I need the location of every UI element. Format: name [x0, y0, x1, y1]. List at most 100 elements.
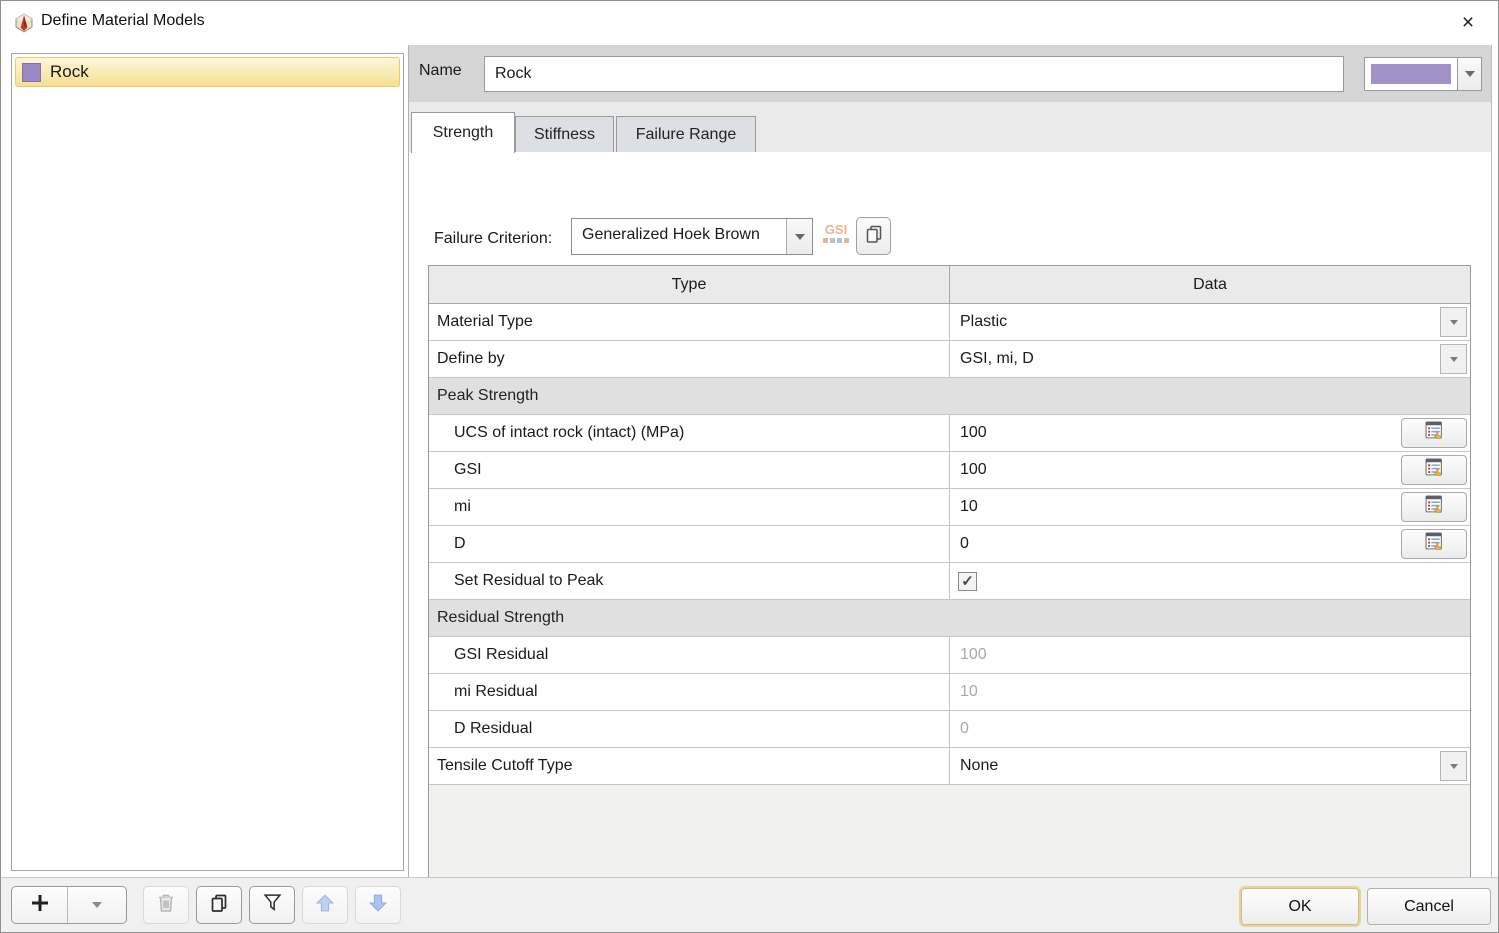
row-value: 100	[950, 646, 987, 664]
statistics-picker-button[interactable]	[1401, 455, 1467, 485]
statistics-picker-button[interactable]	[1401, 418, 1467, 448]
row-data-cell: 0	[950, 526, 1470, 562]
row-value: None	[950, 757, 998, 775]
material-properties-table: Type Data Material TypePlasticDefine byG…	[428, 265, 1471, 903]
add-material-button[interactable]	[12, 887, 68, 923]
row-value[interactable]: 10	[950, 498, 978, 516]
material-color-picker[interactable]	[1364, 57, 1482, 91]
chevron-down-icon	[92, 902, 102, 908]
row-data-cell: 10	[950, 674, 1470, 710]
section-row: Residual Strength	[429, 600, 1470, 637]
row-dropdown-button[interactable]	[1440, 344, 1467, 374]
table-row: Define byGSI, mi, D	[429, 341, 1470, 378]
tab-strength-label: Strength	[433, 124, 493, 142]
row-label: D Residual	[429, 711, 950, 747]
row-label: GSI	[429, 452, 950, 488]
add-material-split-button	[11, 886, 127, 924]
checkmark-icon: ✓	[961, 574, 974, 589]
chevron-down-icon	[1465, 71, 1475, 77]
define-material-models-dialog: Define Material Models × Rock Name Stren…	[0, 0, 1499, 933]
tab-strength[interactable]: Strength	[411, 112, 515, 153]
chevron-down-icon	[1450, 320, 1458, 325]
row-data-cell: GSI, mi, D	[950, 341, 1470, 377]
name-band: Name	[409, 45, 1491, 102]
gsi-icon: GSI	[819, 222, 853, 237]
table-row: D0	[429, 526, 1470, 563]
row-dropdown-button[interactable]	[1440, 307, 1467, 337]
move-up-button[interactable]	[302, 886, 348, 924]
filter-funnel-icon	[263, 893, 282, 917]
cancel-button[interactable]: Cancel	[1367, 888, 1491, 925]
statistics-picker-button[interactable]	[1401, 492, 1467, 522]
section-label: Residual Strength	[429, 609, 564, 627]
row-value[interactable]: 0	[950, 535, 969, 553]
list-pick-icon	[1425, 458, 1444, 482]
failure-criterion-dropdown-button[interactable]	[786, 219, 812, 254]
section-label: Peak Strength	[429, 387, 538, 405]
row-data-cell: 0	[950, 711, 1470, 747]
move-down-button[interactable]	[355, 886, 401, 924]
close-button[interactable]: ×	[1454, 9, 1482, 37]
title-bar: Define Material Models ×	[1, 1, 1498, 45]
row-data-cell: 100	[950, 452, 1470, 488]
copy-material-button[interactable]	[196, 886, 242, 924]
window-title: Define Material Models	[41, 12, 205, 30]
gsi-icon-squares	[819, 238, 853, 243]
table-row: Material TypePlastic	[429, 304, 1470, 341]
gsi-calculator-button[interactable]: GSI	[819, 219, 853, 254]
filter-materials-button[interactable]	[249, 886, 295, 924]
strength-tab-content: Failure Criterion: Generalized Hoek Brow…	[409, 152, 1491, 921]
row-dropdown-button[interactable]	[1440, 751, 1467, 781]
material-list[interactable]: Rock	[11, 53, 404, 871]
row-value: 10	[950, 683, 978, 701]
row-value[interactable]: 100	[950, 424, 987, 442]
name-label: Name	[419, 62, 462, 80]
add-material-menu-button[interactable]	[68, 887, 126, 923]
list-pick-icon	[1425, 532, 1444, 556]
row-data-cell: 10	[950, 489, 1470, 525]
copy-properties-button[interactable]	[856, 217, 891, 255]
tab-failure-range[interactable]: Failure Range	[616, 116, 756, 152]
row-label: Tensile Cutoff Type	[429, 748, 950, 784]
tab-stiffness[interactable]: Stiffness	[515, 116, 614, 152]
column-header-type: Type	[429, 266, 950, 303]
statistics-picker-button[interactable]	[1401, 529, 1467, 559]
row-label: GSI Residual	[429, 637, 950, 673]
ok-button[interactable]: OK	[1241, 888, 1359, 925]
row-value: GSI, mi, D	[950, 350, 1034, 368]
arrow-down-icon	[368, 893, 388, 918]
row-label: Define by	[429, 341, 950, 377]
row-data-cell: 100	[950, 637, 1470, 673]
copy-pages-icon	[864, 224, 884, 249]
color-dropdown-button[interactable]	[1457, 58, 1481, 90]
material-color-chip	[22, 63, 41, 82]
arrow-up-icon	[315, 893, 335, 918]
row-label: Set Residual to Peak	[429, 563, 950, 599]
row-label: UCS of intact rock (intact) (MPa)	[429, 415, 950, 451]
failure-criterion-select[interactable]: Generalized Hoek Brown	[571, 218, 813, 255]
copy-pages-icon	[209, 893, 229, 918]
row-value: Plastic	[950, 313, 1007, 331]
chevron-down-icon	[795, 234, 805, 240]
material-name-input[interactable]	[484, 56, 1344, 92]
tab-stiffness-label: Stiffness	[534, 126, 595, 144]
table-row: mi10	[429, 489, 1470, 526]
material-color-swatch	[1371, 64, 1451, 84]
table-header: Type Data	[429, 266, 1470, 304]
row-value: 0	[950, 720, 969, 738]
table-row: GSI Residual100	[429, 637, 1470, 674]
list-pick-icon	[1425, 421, 1444, 445]
row-data-cell: None	[950, 748, 1470, 784]
row-label: D	[429, 526, 950, 562]
section-row: Peak Strength	[429, 378, 1470, 415]
delete-material-button[interactable]	[143, 886, 189, 924]
material-list-item-rock[interactable]: Rock	[15, 57, 400, 87]
row-data-cell: 100	[950, 415, 1470, 451]
material-item-label: Rock	[50, 62, 89, 82]
material-table-rows: Material TypePlasticDefine byGSI, mi, DP…	[429, 304, 1470, 785]
table-row: mi Residual10	[429, 674, 1470, 711]
set-residual-checkbox[interactable]: ✓	[958, 572, 977, 591]
row-label: Material Type	[429, 304, 950, 340]
row-value[interactable]: 100	[950, 461, 987, 479]
bottom-bar: OK Cancel	[1, 877, 1498, 933]
